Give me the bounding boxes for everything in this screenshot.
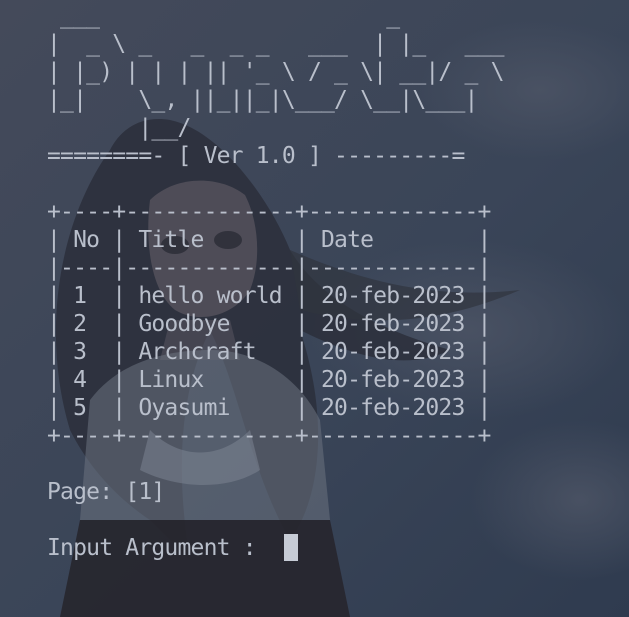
page-indicator: Page: [1] xyxy=(47,479,165,505)
table-header-separator: |----|-------------|-------------| xyxy=(47,255,491,281)
table-row: | 4 | Linux | 20-feb-2023 | xyxy=(47,367,491,393)
table-row: | 3 | Archcraft | 20-feb-2023 | xyxy=(47,339,491,365)
terminal-window[interactable]: ___ _ | _ \ _ _ _ _ ___ | |_ ___ | |_) |… xyxy=(0,0,629,617)
banner-line: ___ _ xyxy=(47,3,400,29)
table-border-top: +----+-------------+-------------+ xyxy=(47,199,491,225)
banner-line: |_| \_, ||_||_|\___/ \__|\___| xyxy=(47,87,478,113)
table-row: | 1 | hello world | 20-feb-2023 | xyxy=(47,283,491,309)
input-prompt[interactable]: Input Argument : xyxy=(47,535,269,561)
terminal-output: ___ _ | _ \ _ _ _ _ ___ | |_ ___ | |_) |… xyxy=(47,2,504,562)
table-row: | 5 | Oyasumi | 20-feb-2023 | xyxy=(47,395,491,421)
text-cursor[interactable] xyxy=(284,534,298,561)
version-line: ========- [ Ver 1.0 ] ---------= xyxy=(47,143,465,169)
table-row: | 2 | Goodbye | 20-feb-2023 | xyxy=(47,311,491,337)
table-border-bottom: +----+-------------+-------------+ xyxy=(47,423,491,449)
banner-line: | _ \ _ _ _ _ ___ | |_ ___ xyxy=(47,31,504,57)
banner-line: |__/ xyxy=(47,115,191,141)
banner-line: | |_) | | | || '_ \ / _ \| __|/ _ \ xyxy=(47,59,504,85)
table-header-row: | No | Title | Date | xyxy=(47,227,491,253)
